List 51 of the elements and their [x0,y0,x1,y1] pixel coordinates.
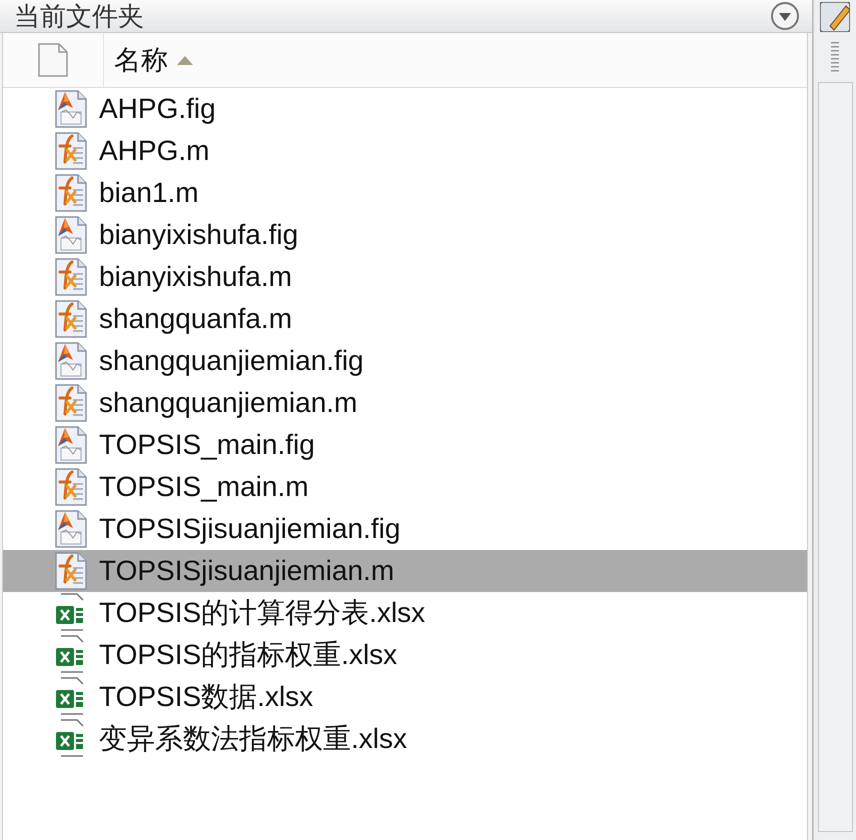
panel-title: 当前文件夹 [14,1,144,31]
file-name: shangquanjiemian.m [99,387,358,419]
name-column-header[interactable]: 名称 [114,42,168,78]
file-name: shangquanjiemian.fig [99,345,364,377]
pencil-icon[interactable] [820,2,850,32]
file-name: 变异系数法指标权重.xlsx [99,722,407,756]
function-file-icon [53,130,89,172]
function-file-icon [53,382,89,424]
file-row[interactable]: TOPSIS的指标权重.xlsx [3,634,807,676]
file-name: bianyixishufa.m [99,261,292,293]
file-row[interactable]: TOPSIS的计算得分表.xlsx [3,592,807,634]
figure-file-icon [53,340,89,382]
file-name: shangquanfa.m [99,303,292,335]
file-row[interactable]: AHPG.m [3,130,807,172]
file-row[interactable]: shangquanjiemian.fig [3,340,807,382]
file-name: TOPSIS的指标权重.xlsx [99,638,398,672]
file-name: TOPSISjisuanjiemian.m [99,555,394,587]
file-name: TOPSIS的计算得分表.xlsx [99,596,426,630]
function-file-icon [53,256,89,298]
function-file-icon [53,172,89,214]
file-row[interactable]: bian1.m [3,172,807,214]
sort-ascending-icon[interactable] [176,54,194,66]
file-row[interactable]: TOPSIS_main.m [3,466,807,508]
file-row[interactable]: AHPG.fig [3,88,807,130]
file-name: AHPG.fig [99,93,216,125]
file-row[interactable]: TOPSISjisuanjiemian.m [3,550,807,592]
file-row[interactable]: shangquanfa.m [3,298,807,340]
figure-file-icon [53,424,89,466]
file-row[interactable]: TOPSIS数据.xlsx [3,676,807,718]
function-file-icon [53,466,89,508]
file-row[interactable]: TOPSISjisuanjiemian.fig [3,508,807,550]
resize-grip-icon[interactable] [831,42,839,72]
dropdown-icon[interactable] [770,1,800,31]
function-file-icon [53,298,89,340]
file-row[interactable]: 变异系数法指标权重.xlsx [3,718,807,760]
file-row[interactable]: shangquanjiemian.m [3,382,807,424]
file-name: TOPSIS_main.fig [99,429,315,461]
file-row[interactable]: TOPSIS_main.fig [3,424,807,466]
figure-file-icon [53,88,89,130]
file-row[interactable]: bianyixishufa.fig [3,214,807,256]
file-row[interactable]: bianyixishufa.m [3,256,807,298]
file-name: TOPSIS数据.xlsx [99,680,314,714]
file-icon [38,43,68,77]
file-name: bianyixishufa.fig [99,219,298,251]
file-name: TOPSIS_main.m [99,471,309,503]
file-name: TOPSISjisuanjiemian.fig [99,513,400,545]
function-file-icon [53,550,89,592]
file-name: bian1.m [99,177,199,209]
figure-file-icon [53,214,89,256]
figure-file-icon [53,508,89,550]
file-name: AHPG.m [99,135,210,167]
